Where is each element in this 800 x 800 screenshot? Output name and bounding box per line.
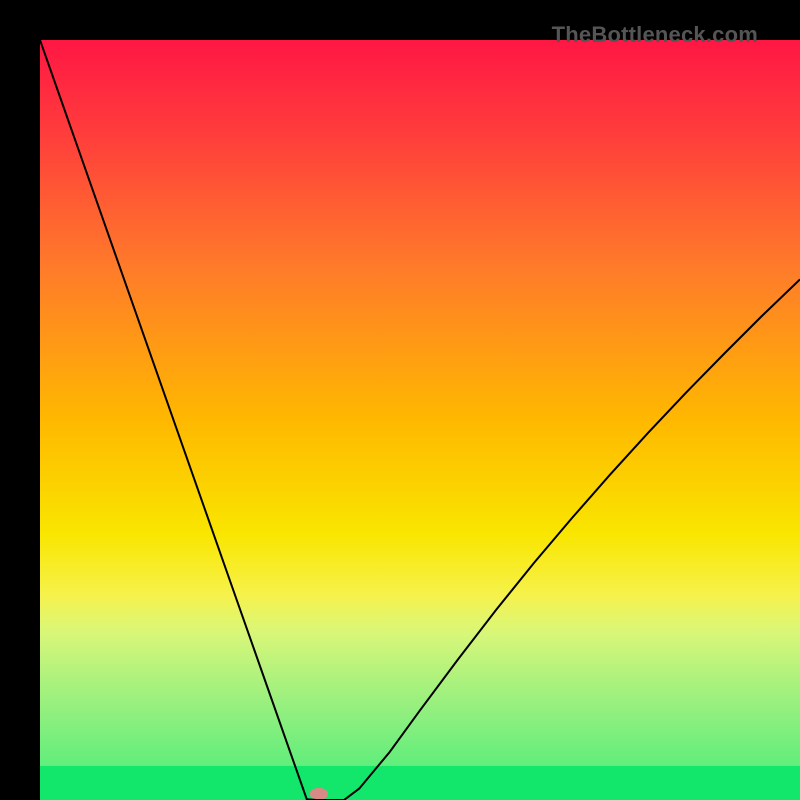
chart-svg [40, 40, 800, 800]
green-band [40, 766, 800, 800]
chart-plot [40, 40, 800, 800]
green-band-fade [40, 595, 800, 766]
bottleneck-marker [310, 788, 328, 800]
chart-frame: TheBottleneck.com [0, 0, 800, 800]
watermark-text: TheBottleneck.com [552, 22, 758, 48]
